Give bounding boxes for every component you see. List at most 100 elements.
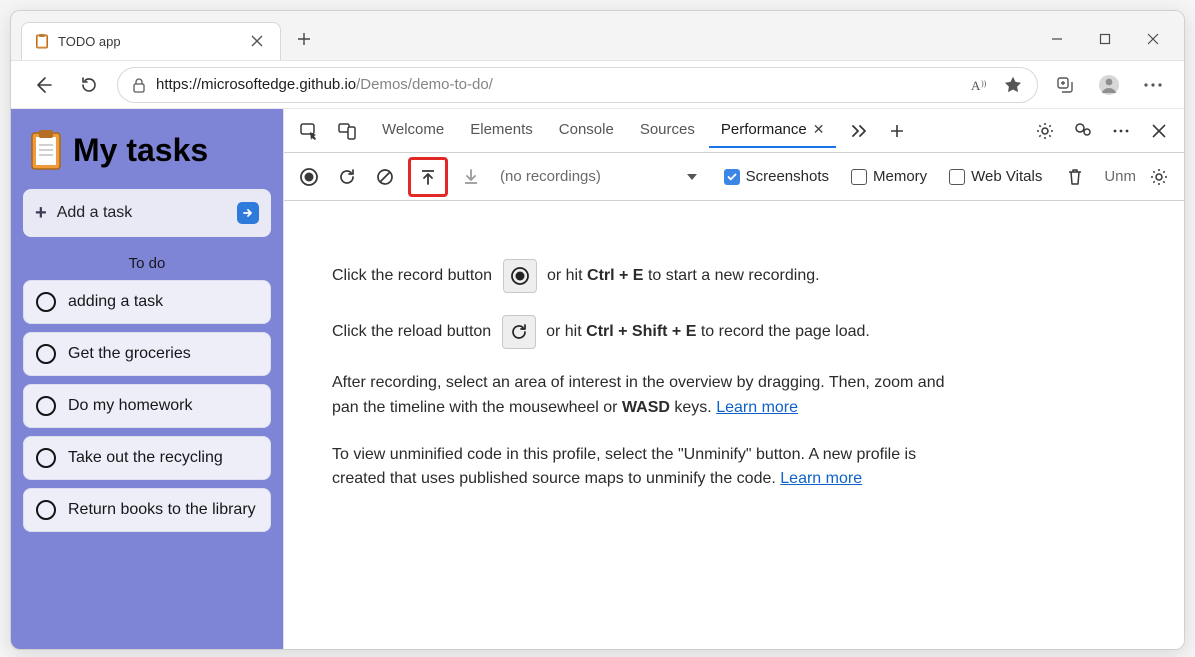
collections-button[interactable] — [1048, 68, 1082, 102]
maximize-button[interactable] — [1082, 22, 1128, 56]
tab-sources[interactable]: Sources — [628, 113, 707, 148]
collections-icon — [1055, 75, 1075, 95]
reading-mode-button[interactable]: A)) — [971, 76, 991, 94]
more-menu-button[interactable] — [1136, 68, 1170, 102]
record-icon — [299, 167, 319, 187]
more-tabs-button[interactable] — [844, 116, 874, 146]
browser-toolbar: https://microsoftedge.github.io/Demos/de… — [11, 61, 1184, 109]
reload-record-button[interactable] — [332, 162, 362, 192]
task-label: Do my homework — [68, 397, 192, 415]
tab-console[interactable]: Console — [547, 113, 626, 148]
svg-text:)): )) — [981, 79, 987, 88]
record-button[interactable] — [294, 162, 324, 192]
submit-task-button[interactable] — [237, 202, 259, 224]
tab-performance[interactable]: Performance ✕ — [709, 113, 837, 148]
back-button[interactable] — [25, 67, 61, 103]
delete-profile-button[interactable] — [1060, 162, 1090, 192]
ellipsis-icon — [1112, 128, 1130, 134]
window-controls — [1034, 22, 1176, 56]
performance-toolbar: (no recordings) Screenshots Memory — [284, 153, 1184, 201]
tab-elements[interactable]: Elements — [458, 113, 545, 148]
reload-button-inline[interactable] — [502, 315, 536, 349]
browser-tab-strip: TODO app — [11, 11, 1184, 61]
todo-section-header: To do — [23, 237, 271, 280]
favorite-button[interactable] — [1003, 75, 1023, 95]
task-label: Get the groceries — [68, 345, 191, 363]
tab-close-button[interactable] — [246, 30, 268, 52]
record-button-inline[interactable] — [503, 259, 537, 293]
devtools-settings-button[interactable] — [1030, 116, 1060, 146]
learn-more-link[interactable]: Learn more — [780, 470, 862, 487]
help-reload-line: Click the reload button or hit Ctrl + Sh… — [332, 315, 972, 349]
toggle-device-toolbar-button[interactable] — [332, 116, 362, 146]
add-tab-button[interactable] — [882, 116, 912, 146]
screenshots-label: Screenshots — [746, 168, 829, 185]
devtools-menu-button[interactable] — [1106, 116, 1136, 146]
task-item[interactable]: Get the groceries — [23, 332, 271, 376]
star-icon — [1003, 75, 1023, 95]
task-item[interactable]: Return books to the library — [23, 488, 271, 532]
task-checkbox[interactable] — [36, 344, 56, 364]
reload-icon — [338, 168, 356, 186]
task-checkbox[interactable] — [36, 448, 56, 468]
task-item[interactable]: adding a task — [23, 280, 271, 324]
close-devtools-button[interactable] — [1144, 116, 1174, 146]
profile-button[interactable] — [1092, 68, 1126, 102]
close-window-button[interactable] — [1130, 22, 1176, 56]
new-tab-button[interactable] — [287, 22, 321, 56]
back-arrow-icon — [33, 75, 53, 95]
devtools-tabs: Welcome Elements Console Sources Perform… — [370, 113, 836, 148]
reload-icon — [510, 323, 528, 341]
task-list: adding a task Get the groceries Do my home… — [23, 280, 271, 532]
task-checkbox[interactable] — [36, 500, 56, 520]
task-item[interactable]: Do my homework — [23, 384, 271, 428]
clear-button[interactable] — [370, 162, 400, 192]
upload-icon — [419, 168, 437, 186]
devtools-tabstrip: Welcome Elements Console Sources Perform… — [284, 109, 1184, 153]
caret-down-icon — [686, 172, 698, 182]
recordings-dropdown[interactable] — [686, 172, 698, 182]
load-profile-button[interactable] — [413, 162, 443, 192]
svg-text:A: A — [971, 78, 981, 93]
refresh-button[interactable] — [71, 67, 107, 103]
address-bar[interactable]: https://microsoftedge.github.io/Demos/de… — [117, 67, 1038, 103]
refresh-icon — [80, 76, 98, 94]
save-profile-button[interactable] — [456, 162, 486, 192]
browser-tab[interactable]: TODO app — [21, 22, 281, 60]
maximize-icon — [1099, 33, 1111, 45]
plus-icon — [890, 124, 904, 138]
page-title: My tasks — [73, 132, 208, 169]
task-checkbox[interactable] — [36, 396, 56, 416]
checkbox-on-icon — [724, 169, 740, 185]
tab-welcome[interactable]: Welcome — [370, 113, 456, 148]
feedback-icon — [1073, 122, 1093, 140]
checkbox-off-icon — [851, 169, 867, 185]
memory-label: Memory — [873, 168, 927, 185]
browser-window: TODO app https://microsoftedge.g — [10, 10, 1185, 650]
help-unminify-line: To view unminified code in this profile,… — [332, 443, 972, 493]
feedback-button[interactable] — [1068, 116, 1098, 146]
tab-close-button[interactable]: ✕ — [813, 121, 825, 138]
add-task-button[interactable]: + Add a task — [23, 189, 271, 237]
web-vitals-checkbox[interactable]: Web Vitals — [949, 168, 1042, 185]
text-size-icon: A)) — [971, 76, 991, 94]
plus-icon: + — [35, 202, 47, 225]
task-item[interactable]: Take out the recycling — [23, 436, 271, 480]
tab-performance-label: Performance — [721, 121, 807, 138]
unminify-truncated[interactable]: Unm — [1104, 168, 1136, 185]
recordings-status: (no recordings) — [500, 168, 601, 185]
inspect-element-button[interactable] — [294, 116, 324, 146]
tab-title: TODO app — [58, 34, 238, 49]
task-checkbox[interactable] — [36, 292, 56, 312]
trash-icon — [1067, 168, 1083, 186]
clipboard-icon — [29, 129, 63, 171]
ellipsis-icon — [1143, 82, 1163, 88]
url-host: https://microsoftedge.github.io — [156, 76, 356, 93]
close-icon — [251, 35, 263, 47]
memory-checkbox[interactable]: Memory — [851, 168, 927, 185]
performance-settings-button[interactable] — [1144, 162, 1174, 192]
learn-more-link[interactable]: Learn more — [716, 399, 798, 416]
minimize-button[interactable] — [1034, 22, 1080, 56]
download-icon — [462, 168, 480, 186]
screenshots-checkbox[interactable]: Screenshots — [724, 168, 829, 185]
